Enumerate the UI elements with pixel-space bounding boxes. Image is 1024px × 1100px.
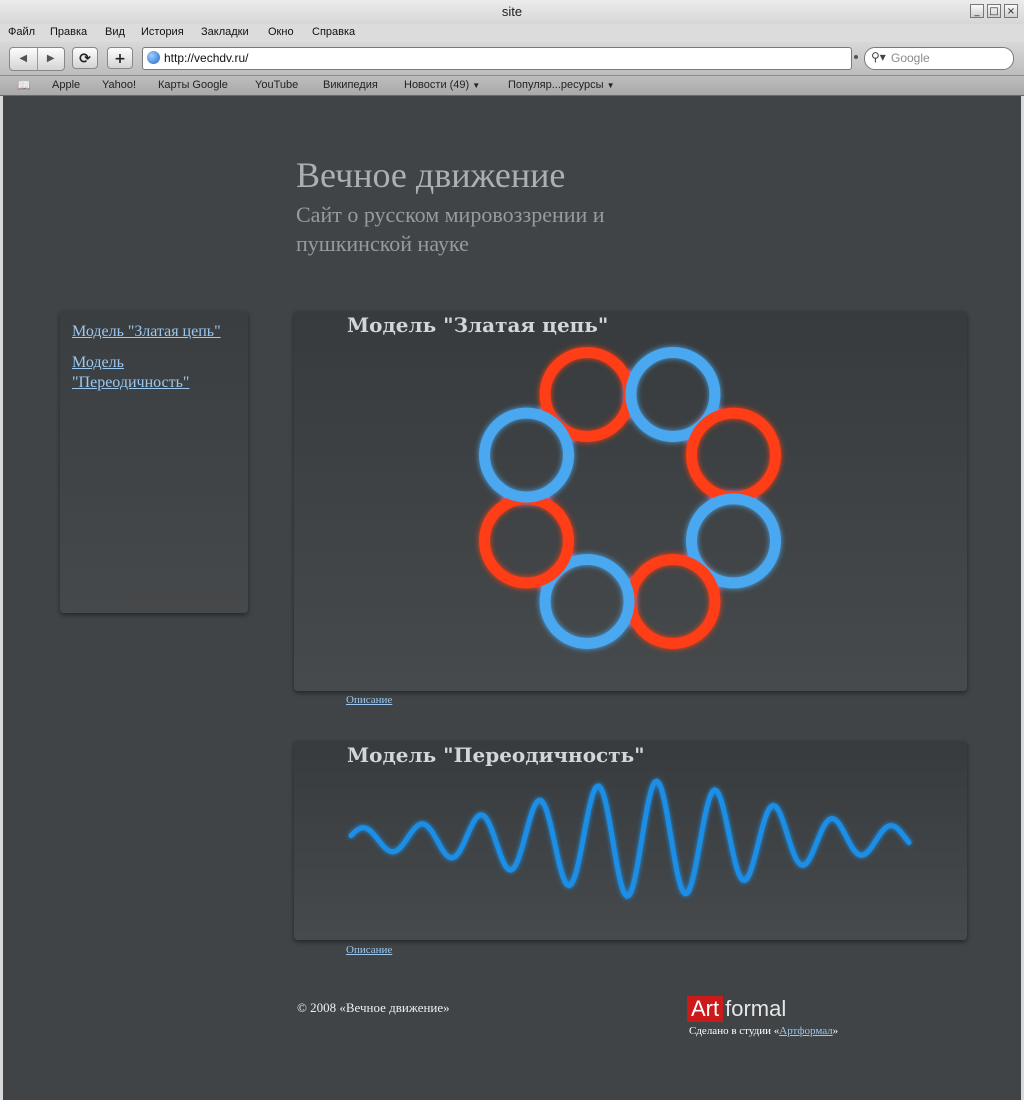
chevron-down-icon: ▼ [472,81,481,90]
wave-line [348,778,912,900]
chevron-down-icon: ▼ [606,81,615,90]
copyright: © 2008 «Вечное движение» [297,1000,450,1015]
search-icon: ⚲▾ [871,50,886,64]
forward-button[interactable]: ▶ [38,48,65,70]
bookmark-popular[interactable]: Популяр...ресурсы ▼ [508,79,615,91]
sidebar-link-golden-chain[interactable]: Модель "Златая цепь" [72,322,236,342]
bookmark-yahoo[interactable]: Yahoo! [102,79,136,91]
artformal-logo[interactable]: Art formal [687,996,786,1022]
back-button[interactable]: ◀ [10,48,38,70]
chain-ring [686,407,781,503]
bookmark-wikipedia[interactable]: Википедия [323,79,378,91]
description-link-1[interactable]: Описание [346,694,392,706]
chain-ring [479,493,574,589]
reload-button[interactable]: ⟳ [72,47,98,69]
site-subtitle: Сайт о русском мировоззрении и пушкинско… [296,202,605,256]
bookmark-news[interactable]: Новости (49) ▼ [404,79,480,91]
made-by: Сделано в студии «Артформал» [689,1025,839,1037]
browser-window: site _ □ × Файл Правка Вид История Закла… [0,0,1024,1100]
search-field[interactable]: ⚲▾ Google [864,47,1014,70]
maximize-button[interactable]: □ [987,4,1001,18]
menu-file[interactable]: Файл [8,26,35,38]
bookmark-google-maps[interactable]: Карты Google [158,79,228,91]
url-dot-icon [854,55,858,59]
periodicity-animation [348,778,912,900]
bookmark-apple[interactable]: Apple [52,79,80,91]
menu-bar: Файл Правка Вид История Закладки Окно Сп… [0,24,1024,42]
chain-ring [625,554,721,649]
bookmarks-bar: 📖 Apple Yahoo! Карты Google YouTube Вики… [0,76,1024,96]
panel-golden-chain: Модель "Златая цепь" [294,311,967,691]
studio-link[interactable]: Артформал [779,1025,832,1037]
address-bar[interactable]: http://vechdv.ru/ [142,47,852,70]
bookmark-youtube[interactable]: YouTube [255,79,298,91]
url-text[interactable]: http://vechdv.ru/ [164,51,249,65]
search-placeholder: Google [891,51,930,65]
sidebar: Модель "Златая цепь" Модель "Переодичнос… [60,311,248,613]
title-bar: site _ □ × [0,0,1024,25]
window-title: site [501,4,523,19]
add-bookmark-button[interactable]: + [107,47,133,69]
chain-ring [479,407,574,503]
sidebar-link-periodicity[interactable]: Модель "Переодичность" [72,353,236,393]
description-link-2[interactable]: Описание [346,944,392,956]
close-button[interactable]: × [1004,4,1018,18]
site-title: Вечное движение [296,155,566,195]
menu-bookmarks[interactable]: Закладки [201,26,249,38]
minimize-button[interactable]: _ [970,4,984,18]
menu-history[interactable]: История [141,26,184,38]
menu-view[interactable]: Вид [105,26,125,38]
menu-edit[interactable]: Правка [50,26,87,38]
globe-icon [147,51,160,64]
toolbar: ◀ ▶ ⟳ + http://vechdv.ru/ ⚲▾ Google [0,42,1024,76]
menu-window[interactable]: Окно [268,26,294,38]
menu-help[interactable]: Справка [312,26,355,38]
bookmarks-book-icon[interactable]: 📖 [17,79,31,92]
left-border [0,96,3,1100]
panel-periodicity: Модель "Переодичность" [294,741,967,940]
golden-chain-animation [479,347,781,649]
